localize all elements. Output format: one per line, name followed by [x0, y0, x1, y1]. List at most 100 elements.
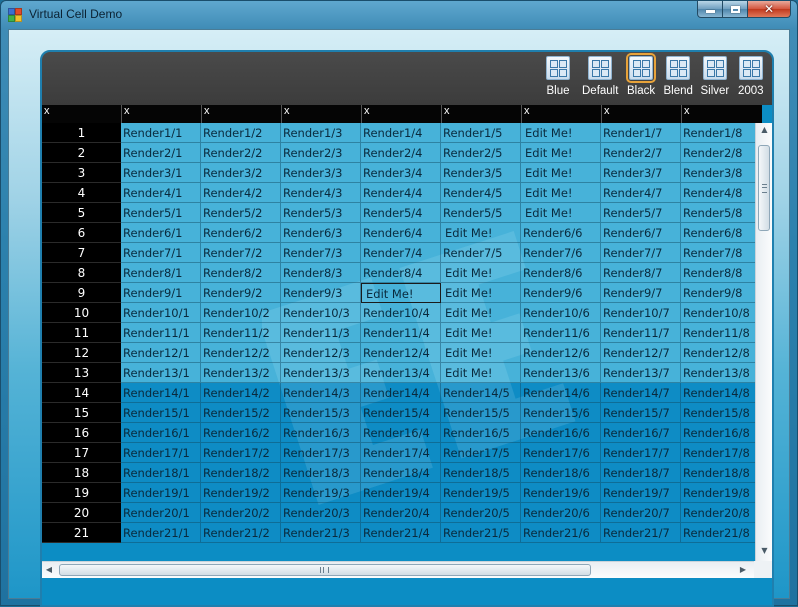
row-header[interactable]: 3: [42, 163, 121, 183]
grid-cell[interactable]: Render12/4: [361, 343, 441, 363]
row-header[interactable]: 19: [42, 483, 121, 503]
theme-button-silver[interactable]: Silver: [701, 56, 729, 97]
grid-cell[interactable]: Render8/2: [201, 263, 281, 283]
grid-cell[interactable]: Render4/1: [121, 183, 201, 203]
grid-cell[interactable]: Render19/2: [201, 483, 281, 503]
grid-cell[interactable]: Render10/4: [361, 303, 441, 323]
column-header-2[interactable]: x: [201, 105, 281, 123]
theme-button-blend[interactable]: Blend: [664, 56, 693, 97]
row-header[interactable]: 5: [42, 203, 121, 223]
grid-cell[interactable]: Render14/7: [601, 383, 681, 403]
grid-cell[interactable]: Render19/6: [521, 483, 601, 503]
grid-cell[interactable]: Render3/4: [361, 163, 441, 183]
theme-button-default[interactable]: Default: [582, 56, 618, 97]
grid-cell[interactable]: Render1/3: [281, 123, 361, 143]
grid-cell[interactable]: Render8/3: [281, 263, 361, 283]
grid-cell[interactable]: Render5/1: [121, 203, 201, 223]
grid-cell[interactable]: Render13/8: [681, 363, 760, 383]
grid-cell[interactable]: Render7/4: [361, 243, 441, 263]
grid-cell[interactable]: Render4/7: [601, 183, 681, 203]
grid-cell[interactable]: Render6/8: [681, 223, 760, 243]
row-header-column-header[interactable]: x: [42, 105, 121, 123]
grid-cell[interactable]: Render1/2: [201, 123, 281, 143]
grid-cell[interactable]: Render4/8: [681, 183, 760, 203]
grid-cell[interactable]: Render7/6: [521, 243, 601, 263]
row-header[interactable]: 20: [42, 503, 121, 523]
grid-cell[interactable]: Render2/1: [121, 143, 201, 163]
grid-cell[interactable]: Render17/3: [281, 443, 361, 463]
title-bar[interactable]: Virtual Cell Demo ✕: [1, 1, 797, 29]
column-header-8[interactable]: x: [681, 105, 761, 123]
grid-cell[interactable]: Render12/2: [201, 343, 281, 363]
close-button[interactable]: ✕: [748, 1, 791, 18]
row-header[interactable]: 12: [42, 343, 121, 363]
editable-cell[interactable]: Edit Me!: [441, 303, 521, 323]
grid-cell[interactable]: Render17/8: [681, 443, 760, 463]
grid-cell[interactable]: Render2/8: [681, 143, 760, 163]
grid-cell[interactable]: Render11/7: [601, 323, 681, 343]
grid-cell[interactable]: Render3/7: [601, 163, 681, 183]
grid-cell[interactable]: Render19/4: [361, 483, 441, 503]
grid-cell[interactable]: Render6/1: [121, 223, 201, 243]
editable-cell[interactable]: Edit Me!: [441, 263, 521, 283]
grid-cell[interactable]: Render21/6: [521, 523, 601, 543]
row-header[interactable]: 9: [42, 283, 121, 303]
grid-cell[interactable]: Render2/7: [601, 143, 681, 163]
grid-cell[interactable]: Render17/2: [201, 443, 281, 463]
grid-cell[interactable]: Render19/7: [601, 483, 681, 503]
grid-cell[interactable]: Render14/2: [201, 383, 281, 403]
grid-cell[interactable]: Render6/2: [201, 223, 281, 243]
grid-cell[interactable]: Render1/1: [121, 123, 201, 143]
minimize-button[interactable]: [697, 1, 723, 18]
column-header-6[interactable]: x: [521, 105, 601, 123]
grid-cell[interactable]: Render5/2: [201, 203, 281, 223]
row-header[interactable]: 2: [42, 143, 121, 163]
grid-cell[interactable]: Render8/4: [361, 263, 441, 283]
editable-cell[interactable]: Edit Me!: [521, 163, 601, 183]
column-header-5[interactable]: x: [441, 105, 521, 123]
grid-cell[interactable]: Render14/3: [281, 383, 361, 403]
grid-cell[interactable]: Render10/7: [601, 303, 681, 323]
grid-cell[interactable]: Render20/2: [201, 503, 281, 523]
editable-cell[interactable]: Edit Me!: [441, 223, 521, 243]
grid-cell[interactable]: Render18/8: [681, 463, 760, 483]
grid-cell[interactable]: Render14/5: [441, 383, 521, 403]
grid-cell[interactable]: Render9/7: [601, 283, 681, 303]
scroll-down-icon[interactable]: ▼: [756, 546, 772, 555]
grid-cell[interactable]: Render13/7: [601, 363, 681, 383]
row-header[interactable]: 18: [42, 463, 121, 483]
grid-cell[interactable]: Render13/4: [361, 363, 441, 383]
grid-cell[interactable]: Render9/8: [681, 283, 760, 303]
editable-cell[interactable]: Edit Me!: [441, 283, 521, 303]
editable-cell[interactable]: Edit Me!: [441, 343, 521, 363]
column-header-4[interactable]: x: [361, 105, 441, 123]
grid-cell[interactable]: Render17/4: [361, 443, 441, 463]
grid-cell[interactable]: Render21/8: [681, 523, 760, 543]
grid-cell[interactable]: Render10/3: [281, 303, 361, 323]
grid-cell[interactable]: Render3/2: [201, 163, 281, 183]
row-header[interactable]: 17: [42, 443, 121, 463]
grid-cell[interactable]: Render9/6: [521, 283, 601, 303]
grid-cell[interactable]: Render15/8: [681, 403, 760, 423]
row-header[interactable]: 21: [42, 523, 121, 543]
grid-cell[interactable]: Render18/1: [121, 463, 201, 483]
editable-cell[interactable]: Edit Me!: [361, 283, 441, 303]
grid-cell[interactable]: Render7/8: [681, 243, 760, 263]
grid-cell[interactable]: Render6/7: [601, 223, 681, 243]
scroll-up-icon[interactable]: ▲: [756, 125, 772, 134]
grid-cell[interactable]: Render12/3: [281, 343, 361, 363]
grid-cell[interactable]: Render13/2: [201, 363, 281, 383]
grid-cell[interactable]: Render21/4: [361, 523, 441, 543]
grid-cell[interactable]: Render19/5: [441, 483, 521, 503]
grid-cell[interactable]: Render15/5: [441, 403, 521, 423]
grid-cell[interactable]: Render21/3: [281, 523, 361, 543]
grid-cell[interactable]: Render3/8: [681, 163, 760, 183]
grid-cell[interactable]: Render20/4: [361, 503, 441, 523]
grid-cell[interactable]: Render5/7: [601, 203, 681, 223]
grid-cell[interactable]: Render2/3: [281, 143, 361, 163]
grid-cell[interactable]: Render16/5: [441, 423, 521, 443]
grid-cell[interactable]: Render21/2: [201, 523, 281, 543]
grid-cell[interactable]: Render12/6: [521, 343, 601, 363]
grid-cell[interactable]: Render14/8: [681, 383, 760, 403]
theme-button-black[interactable]: Black: [626, 53, 657, 97]
